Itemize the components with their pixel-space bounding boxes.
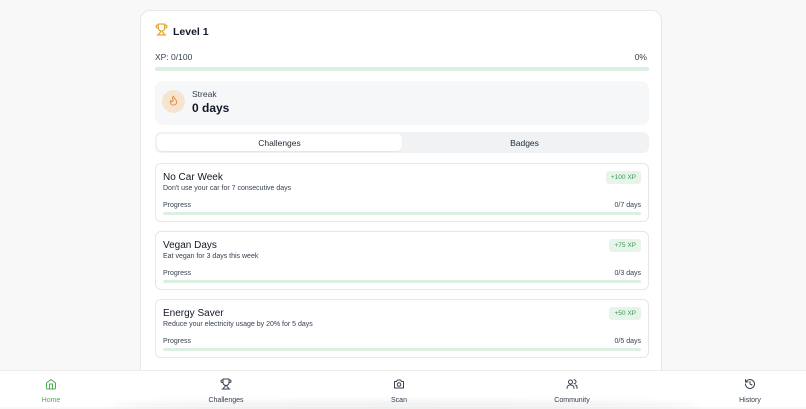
level-title: Level 1 bbox=[173, 26, 209, 38]
users-icon bbox=[566, 371, 578, 395]
xp-reward-badge: +75 XP bbox=[609, 239, 641, 252]
challenge-card[interactable]: No Car Week Don't use your car for 7 con… bbox=[155, 163, 649, 222]
xp-reward-badge: +100 XP bbox=[605, 171, 641, 184]
nav-history[interactable]: History bbox=[710, 371, 790, 407]
nav-label: History bbox=[739, 397, 761, 404]
nav-label: Home bbox=[41, 397, 61, 404]
streak-label: Streak bbox=[192, 89, 217, 99]
home-icon bbox=[45, 371, 57, 395]
challenge-description: Don't use your car for 7 consecutive day… bbox=[163, 185, 292, 192]
progress-label: Progress bbox=[163, 202, 192, 209]
level-header: Level 1 bbox=[155, 23, 209, 41]
challenge-progress-bar bbox=[163, 212, 641, 215]
camera-icon bbox=[393, 371, 405, 395]
progress-label: Progress bbox=[163, 338, 192, 345]
xp-percent: 0% bbox=[634, 52, 647, 62]
trophy-icon bbox=[220, 371, 232, 395]
tab-badges[interactable]: Badges bbox=[402, 134, 647, 151]
progress-value: 0/5 days bbox=[614, 338, 641, 345]
trophy-icon bbox=[155, 23, 168, 41]
xp-reward-badge: +50 XP bbox=[609, 307, 641, 320]
xp-label: XP: 0/100 bbox=[155, 52, 193, 62]
challenge-progress-bar bbox=[163, 348, 641, 351]
streak-panel: Streak 0 days bbox=[155, 81, 649, 125]
challenge-description: Reduce your electricity usage by 20% for… bbox=[163, 321, 313, 328]
challenge-title: No Car Week bbox=[163, 172, 223, 183]
progress-value: 0/3 days bbox=[614, 270, 641, 277]
tab-bar: Challenges Badges bbox=[155, 132, 649, 153]
progress-label: Progress bbox=[163, 270, 192, 277]
challenge-title: Vegan Days bbox=[163, 240, 217, 251]
nav-shadow bbox=[110, 401, 700, 409]
history-icon bbox=[744, 371, 756, 395]
xp-progress-bar bbox=[155, 67, 649, 71]
tab-challenges[interactable]: Challenges bbox=[157, 134, 402, 151]
challenge-card[interactable]: Vegan Days Eat vegan for 3 days this wee… bbox=[155, 231, 649, 290]
flame-icon-badge bbox=[162, 90, 185, 113]
challenge-title: Energy Saver bbox=[163, 308, 224, 319]
streak-value: 0 days bbox=[192, 101, 230, 115]
challenge-description: Eat vegan for 3 days this week bbox=[163, 253, 259, 260]
gamification-card: Level 1 XP: 0/100 0% Streak 0 days Chall… bbox=[140, 10, 662, 380]
challenge-progress-bar bbox=[163, 280, 641, 283]
flame-icon bbox=[168, 93, 179, 111]
progress-value: 0/7 days bbox=[614, 202, 641, 209]
nav-home[interactable]: Home bbox=[11, 371, 91, 407]
challenge-card[interactable]: Energy Saver Reduce your electricity usa… bbox=[155, 299, 649, 358]
